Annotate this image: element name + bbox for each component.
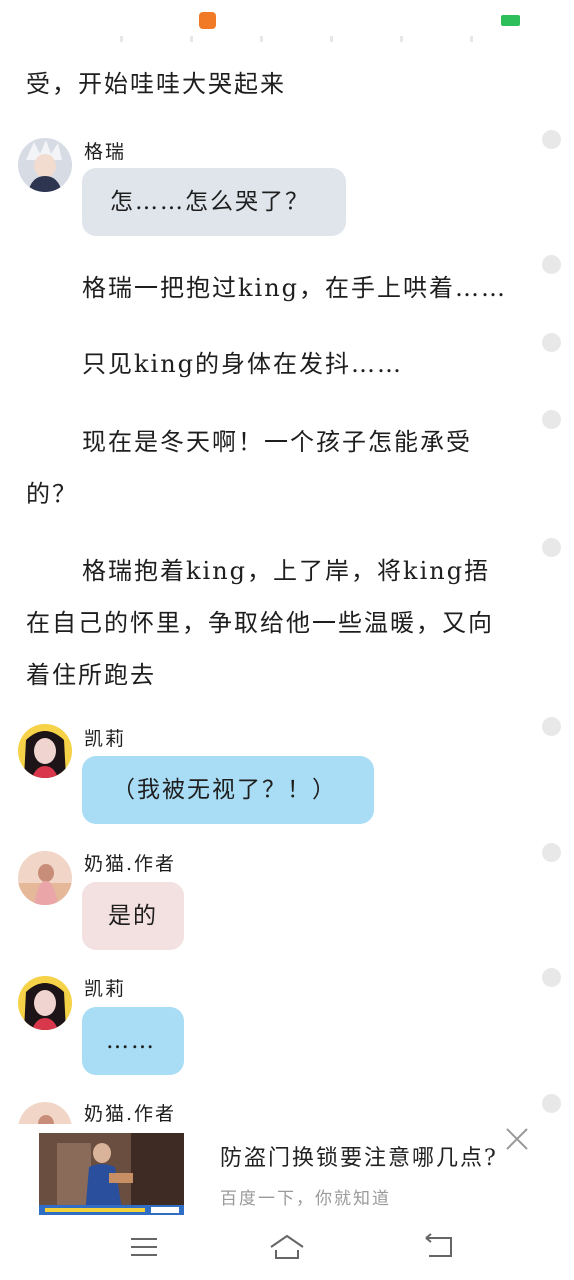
home-icon[interactable] xyxy=(268,1232,306,1262)
dialog-bubble: …… xyxy=(82,1007,184,1075)
speaker-name: 凯莉 xyxy=(84,728,127,750)
paragraph-comment-button[interactable] xyxy=(542,333,561,352)
story-paragraph: 格瑞抱着king，上了岸，将king捂在自己的怀里，争取给他一些温暖，又向着住所… xyxy=(26,557,494,689)
avatar-image xyxy=(18,976,72,1030)
app-notification-icon xyxy=(199,12,216,29)
avatar[interactable] xyxy=(18,976,72,1030)
status-bar xyxy=(0,0,574,42)
ad-subtitle: 百度一下，你就知道 xyxy=(220,1189,391,1209)
dialog-bubble: （我被无视了？！） xyxy=(82,756,374,824)
speaker-name: 奶猫.作者 xyxy=(84,1103,177,1125)
paragraph-comment-button[interactable] xyxy=(542,130,561,149)
dialog-bubble: 是的 xyxy=(82,882,184,950)
avatar-image xyxy=(18,724,72,778)
ad-image[interactable] xyxy=(39,1133,184,1215)
menu-icon[interactable] xyxy=(126,1232,162,1262)
ad-banner[interactable]: 防盗门换锁要注意哪几点? 百度一下，你就知道 xyxy=(0,1124,574,1218)
paragraph-comment-button[interactable] xyxy=(542,255,561,274)
avatar[interactable] xyxy=(18,138,72,192)
paragraph-comment-button[interactable] xyxy=(542,1094,561,1113)
paragraph-comment-button[interactable] xyxy=(542,717,561,736)
speaker-name: 格瑞 xyxy=(84,141,127,163)
paragraph-comment-button[interactable] xyxy=(542,843,561,862)
paragraph-comment-button[interactable] xyxy=(542,410,561,429)
avatar-image xyxy=(18,138,72,192)
story-paragraph: 格瑞一把抱过king，在手上哄着…… xyxy=(82,274,508,302)
system-navigation-bar xyxy=(0,1218,574,1280)
avatar[interactable] xyxy=(18,724,72,778)
paragraph-comment-button[interactable] xyxy=(542,538,561,557)
avatar-image xyxy=(18,851,72,905)
cutoff-text-row xyxy=(120,36,480,42)
back-icon[interactable] xyxy=(420,1232,456,1262)
battery-icon xyxy=(501,15,520,26)
story-paragraph: 受，开始哇哇大哭起来 xyxy=(26,70,286,98)
ad-title[interactable]: 防盗门换锁要注意哪几点? xyxy=(220,1140,498,1172)
close-icon[interactable] xyxy=(504,1126,530,1152)
dialog-bubble: 怎……怎么哭了？ xyxy=(82,168,346,236)
paragraph-comment-button[interactable] xyxy=(542,968,561,987)
speaker-name: 凯莉 xyxy=(84,978,127,1000)
story-paragraph: 现在是冬天啊！一个孩子怎能承受的？ xyxy=(26,428,472,508)
speaker-name: 奶猫.作者 xyxy=(84,853,177,875)
story-paragraph: 只见king的身体在发抖…… xyxy=(82,350,404,378)
avatar[interactable] xyxy=(18,851,72,905)
